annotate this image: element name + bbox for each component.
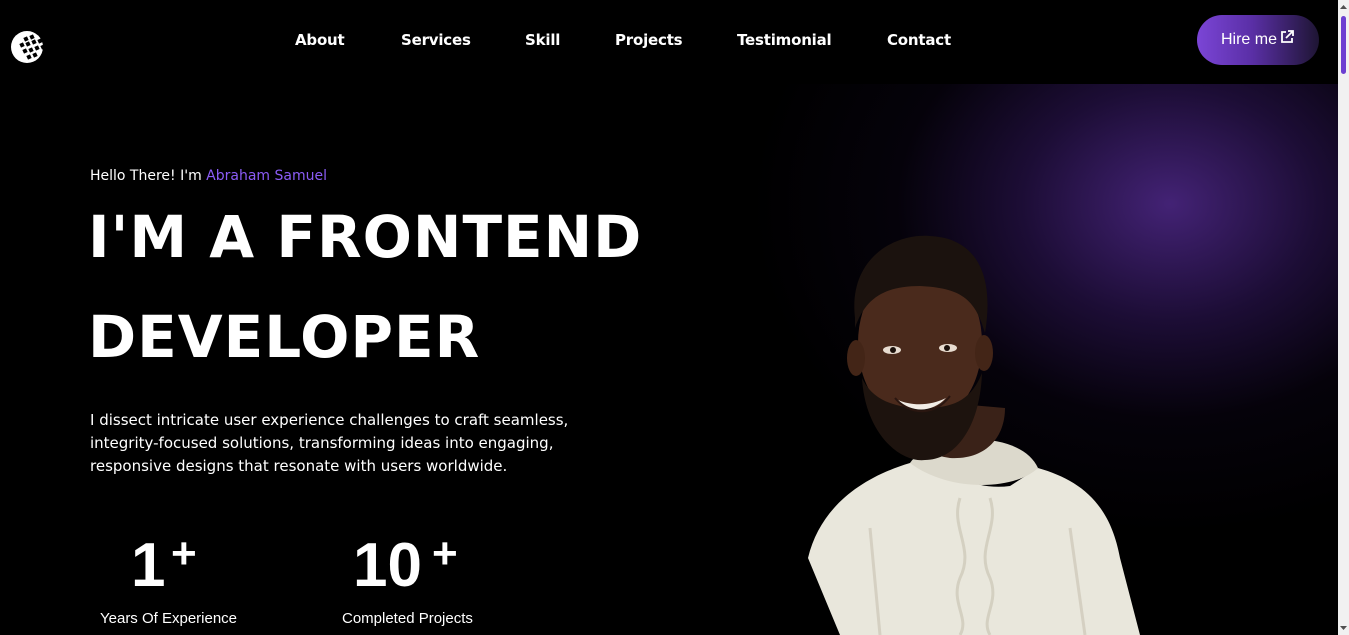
hire-me-button[interactable]: Hire me bbox=[1197, 15, 1319, 65]
page-scrollbar[interactable] bbox=[1338, 0, 1349, 635]
hero-greeting: Hello There! I'm Abraham Samuel bbox=[90, 168, 327, 184]
headline-line-1: I'M A FRONTEND bbox=[88, 203, 643, 271]
external-link-icon bbox=[1281, 30, 1294, 43]
scrollbar-thumb[interactable] bbox=[1341, 16, 1346, 74]
scroll-down-arrow-icon[interactable] bbox=[1338, 621, 1349, 635]
nav-link-services[interactable]: Services bbox=[401, 31, 471, 49]
nav-link-testimonial[interactable]: Testimonial bbox=[737, 31, 832, 49]
developer-portrait bbox=[808, 235, 1140, 635]
headline-line-2: DEVELOPER bbox=[88, 303, 481, 371]
stat-experience-value: 1 bbox=[131, 531, 166, 600]
nav-link-projects[interactable]: Projects bbox=[615, 31, 683, 49]
nav-link-skill[interactable]: Skill bbox=[525, 31, 560, 49]
hire-me-label: Hire me bbox=[1220, 31, 1277, 48]
main-nav: About Services Skill Projects Testimonia… bbox=[0, 31, 1338, 51]
nav-link-about[interactable]: About bbox=[295, 31, 345, 49]
stat-projects-label: Completed Projects bbox=[342, 610, 473, 627]
portfolio-page: About Services Skill Projects Testimonia… bbox=[0, 0, 1338, 635]
greeting-prefix: Hello There! I'm bbox=[90, 168, 202, 184]
greeting-name: Abraham Samuel bbox=[206, 168, 327, 184]
site-header: About Services Skill Projects Testimonia… bbox=[0, 0, 1338, 84]
stat-projects-value: 10 bbox=[353, 531, 422, 600]
nav-link-contact[interactable]: Contact bbox=[887, 31, 951, 49]
stat-experience-label: Years Of Experience bbox=[100, 610, 238, 627]
stat-projects-plus: + bbox=[432, 529, 458, 578]
hero-description: I dissect intricate user experience chal… bbox=[90, 411, 569, 475]
scroll-up-arrow-icon[interactable] bbox=[1338, 0, 1349, 14]
stat-experience-plus: + bbox=[171, 529, 197, 578]
